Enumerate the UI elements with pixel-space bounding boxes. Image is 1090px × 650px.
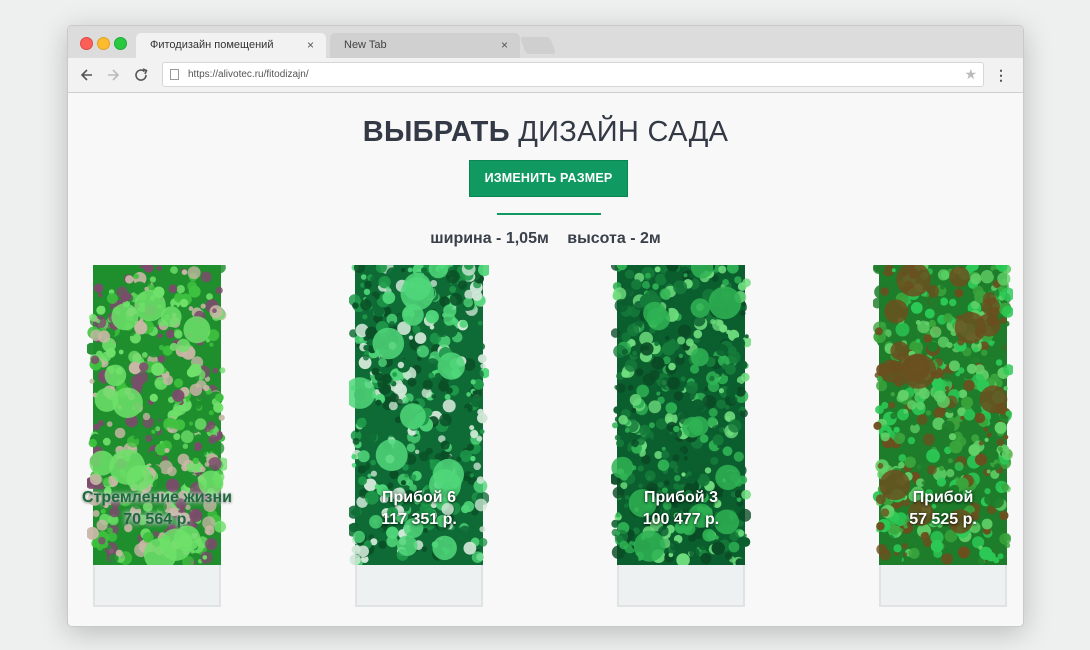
garden-card[interactable]: Стремление жизни 70 564 р.	[82, 265, 232, 607]
tab-close-icon[interactable]: ×	[501, 33, 508, 58]
forward-arrow-icon[interactable]	[102, 64, 124, 86]
minimize-window-button[interactable]	[97, 37, 110, 50]
tab-bar: Фитодизайн помещений × New Tab ×	[68, 26, 1023, 58]
page-content: ВЫБРАТЬ ДИЗАЙН САДА ИЗМЕНИТЬ РАЗМЕР шири…	[68, 93, 1023, 626]
garden-label: Прибой 6 117 351 р.	[315, 487, 523, 531]
garden-name: Прибой	[912, 489, 974, 506]
garden-name: Прибой 3	[644, 489, 718, 506]
title-divider	[497, 213, 601, 215]
reload-icon[interactable]	[130, 64, 152, 86]
garden-label: Прибой 57 525 р.	[839, 487, 1023, 531]
garden-price: 117 351 р.	[381, 511, 457, 528]
tab-title: Фитодизайн помещений	[150, 39, 274, 51]
tab-new-tab[interactable]: New Tab ×	[330, 33, 520, 58]
tab-fitodizajn[interactable]: Фитодизайн помещений ×	[136, 33, 326, 58]
garden-price: 100 477 р.	[642, 511, 720, 528]
width-text: ширина - 1,05м	[430, 230, 549, 247]
browser-toolbar: https://alivotec.ru/fitodizajn/ ★ ⋮	[68, 58, 1023, 93]
new-tab-button[interactable]	[519, 37, 557, 54]
change-size-button[interactable]: ИЗМЕНИТЬ РАЗМЕР	[469, 160, 628, 197]
maximize-window-button[interactable]	[114, 37, 127, 50]
garden-name: Прибой 6	[382, 489, 456, 506]
dimensions-text: ширина - 1,05м высота - 2м	[68, 230, 1023, 248]
title-bold: ВЫБРАТЬ	[362, 116, 510, 148]
garden-card[interactable]: Прибой 6 117 351 р.	[349, 265, 489, 607]
browser-menu-icon[interactable]: ⋮	[994, 64, 1008, 86]
height-text: высота - 2м	[567, 230, 661, 247]
garden-price: 70 564 р.	[123, 511, 191, 528]
browser-window: Фитодизайн помещений × New Tab × https:/…	[67, 25, 1024, 627]
title-rest: ДИЗАЙН САДА	[518, 116, 729, 148]
tab-close-icon[interactable]: ×	[307, 33, 314, 58]
garden-label: Прибой 3 100 477 р.	[577, 487, 785, 531]
bookmark-star-icon[interactable]: ★	[964, 63, 977, 86]
garden-price: 57 525 р.	[909, 511, 977, 528]
garden-card[interactable]: Прибой 57 525 р.	[873, 265, 1013, 607]
address-bar[interactable]: https://alivotec.ru/fitodizajn/ ★	[162, 62, 984, 87]
garden-card[interactable]: Прибой 3 100 477 р.	[611, 265, 751, 607]
url-text: https://alivotec.ru/fitodizajn/	[188, 69, 309, 80]
page-icon	[170, 69, 179, 80]
back-arrow-icon[interactable]	[76, 64, 98, 86]
tab-title: New Tab	[344, 39, 387, 51]
close-window-button[interactable]	[80, 37, 93, 50]
page-title: ВЫБРАТЬ ДИЗАЙН САДА	[68, 116, 1023, 149]
garden-name: Стремление жизни	[81, 489, 232, 506]
garden-label: Стремление жизни 70 564 р.	[68, 487, 261, 531]
